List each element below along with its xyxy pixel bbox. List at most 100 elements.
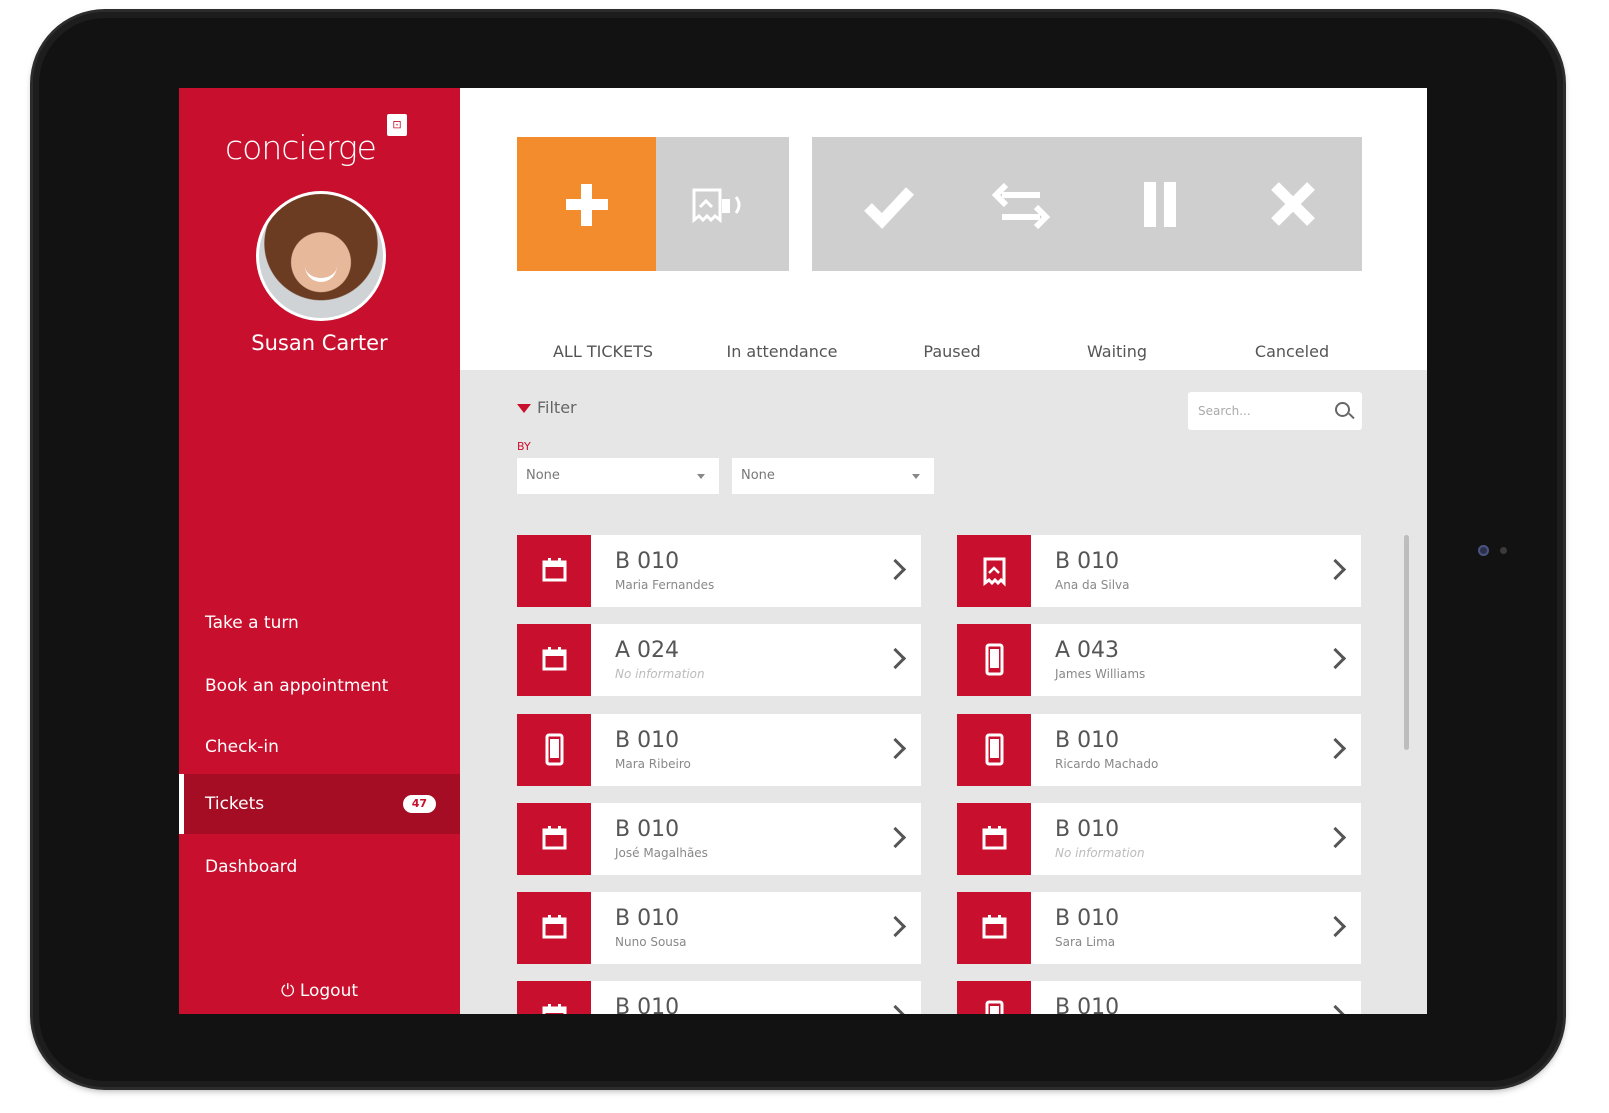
brand-logo: concierge	[225, 128, 377, 167]
chevron-right-icon[interactable]	[884, 826, 907, 849]
ticket-code: A 024	[615, 638, 680, 663]
ticket-card[interactable]: B 010 Ana da Silva	[957, 535, 1361, 607]
chevron-right-icon[interactable]	[1324, 915, 1347, 938]
ticket-card[interactable]: B 010 Nuno Sousa	[517, 892, 921, 964]
filter-label: Filter	[537, 398, 577, 417]
ticket-client-name: No information	[1055, 846, 1145, 860]
ticket-client-name: Ricardo Machado	[1055, 757, 1159, 771]
filter-select-1[interactable]: None	[517, 458, 719, 494]
chevron-down-icon	[697, 474, 705, 479]
mobile-icon	[957, 624, 1031, 696]
sidebar-item-take-a-turn[interactable]: Take a turn	[179, 593, 460, 653]
ticket-client-name: Sara Lima	[1055, 935, 1116, 949]
ticket-actions	[812, 137, 1362, 271]
ticket-card[interactable]: B 010	[517, 981, 921, 1014]
primary-actions	[517, 137, 789, 271]
sidebar-item-dashboard[interactable]: Dashboard	[179, 837, 460, 897]
calendar-icon	[517, 803, 591, 875]
transfer-button[interactable]	[954, 137, 1091, 271]
camera-icon	[1478, 545, 1489, 556]
ticket-tabs: ALL TICKETS In attendance Paused Waiting…	[517, 328, 1362, 373]
search-placeholder: Search...	[1198, 404, 1251, 418]
ticket-client-name: José Magalhães	[615, 846, 708, 860]
ticket-card[interactable]: B 010 Maria Fernandes	[517, 535, 921, 607]
mobile-icon	[957, 714, 1031, 786]
chevron-right-icon[interactable]	[1324, 647, 1347, 670]
ticket-card[interactable]: B 010	[957, 981, 1361, 1014]
tab-in-attendance[interactable]: In attendance	[697, 328, 867, 370]
add-ticket-button[interactable]	[517, 137, 656, 271]
calendar-icon	[957, 892, 1031, 964]
tab-all-tickets[interactable]: ALL TICKETS	[517, 328, 689, 373]
pause-button[interactable]	[1090, 137, 1227, 271]
ticket-client-name: Nuno Sousa	[615, 935, 687, 949]
filter-select-2[interactable]: None	[732, 458, 934, 494]
chevron-right-icon[interactable]	[884, 558, 907, 581]
ticket-card[interactable]: B 010 Sara Lima	[957, 892, 1361, 964]
brand-mark-icon: ⊡	[387, 114, 407, 136]
main-panel: ALL TICKETS In attendance Paused Waiting…	[460, 88, 1427, 1014]
filter-by-label: BY	[517, 440, 531, 453]
select-value: None	[526, 468, 560, 483]
chevron-right-icon[interactable]	[884, 915, 907, 938]
ticket-code: B 010	[615, 549, 680, 574]
calendar-icon	[517, 624, 591, 696]
chevron-right-icon[interactable]	[1324, 1004, 1347, 1014]
chevron-right-icon[interactable]	[1324, 558, 1347, 581]
chevron-right-icon[interactable]	[884, 1004, 907, 1014]
ticket-card[interactable]: A 043 James Williams	[957, 624, 1361, 696]
chevron-right-icon[interactable]	[884, 737, 907, 760]
calendar-icon	[517, 892, 591, 964]
sidebar-item-tickets[interactable]: Tickets 47	[179, 774, 460, 834]
avatar	[256, 191, 386, 321]
chevron-down-icon	[912, 474, 920, 479]
ticket-card[interactable]: B 010 Ricardo Machado	[957, 714, 1361, 786]
calendar-icon	[517, 981, 591, 1014]
ticket-card[interactable]: B 010 No information	[957, 803, 1361, 875]
tickets-content: Filter BY None None Search... B 010 Maria…	[460, 370, 1427, 1014]
tickets-count-badge: 47	[402, 795, 436, 813]
call-ticket-button[interactable]	[656, 137, 789, 271]
chevron-right-icon[interactable]	[884, 647, 907, 670]
ticket-code: A 043	[1055, 638, 1120, 663]
logout-button[interactable]: ⏻ Logout	[179, 981, 460, 1001]
ticket-client-name: No information	[615, 667, 705, 681]
ticket-card[interactable]: B 010 Mara Ribeiro	[517, 714, 921, 786]
pause-icon	[1144, 182, 1176, 227]
tab-waiting[interactable]: Waiting	[1052, 328, 1182, 370]
cancel-button[interactable]	[1225, 137, 1362, 271]
ticket-card[interactable]: A 024 No information	[517, 624, 921, 696]
mobile-icon	[517, 714, 591, 786]
check-icon	[864, 187, 915, 229]
ticket-sound-icon	[692, 188, 741, 224]
mobile-icon	[957, 981, 1031, 1014]
filter-toggle[interactable]: Filter	[517, 398, 577, 417]
ticket-code: B 010	[1055, 549, 1120, 574]
sidebar-item-book-appointment[interactable]: Book an appointment	[179, 656, 460, 716]
sidebar-item-label: Tickets	[205, 794, 265, 814]
ticket-code: B 010	[615, 817, 680, 842]
tab-canceled[interactable]: Canceled	[1222, 328, 1362, 370]
sensor-icon	[1500, 547, 1507, 554]
plus-icon	[566, 184, 608, 226]
scrollbar[interactable]	[1404, 535, 1409, 750]
ticket-client-name: Maria Fernandes	[615, 578, 715, 592]
calendar-icon	[517, 535, 591, 607]
ticket-icon	[957, 535, 1031, 607]
sidebar-item-check-in[interactable]: Check-in	[179, 717, 460, 777]
complete-button[interactable]	[820, 137, 957, 271]
ticket-code: B 010	[615, 906, 680, 931]
ticket-card[interactable]: B 010 José Magalhães	[517, 803, 921, 875]
ticket-client-name: James Williams	[1055, 667, 1146, 681]
chevron-right-icon[interactable]	[1324, 826, 1347, 849]
search-input[interactable]: Search...	[1188, 392, 1362, 430]
ticket-code: B 010	[615, 728, 680, 753]
transfer-icon	[991, 182, 1051, 230]
ticket-code: B 010	[1055, 817, 1120, 842]
tab-paused[interactable]: Paused	[887, 328, 1017, 370]
select-value: None	[741, 468, 775, 483]
ticket-code: B 010	[615, 995, 680, 1014]
chevron-right-icon[interactable]	[1324, 737, 1347, 760]
search-icon	[1335, 402, 1350, 417]
ticket-client-name: Mara Ribeiro	[615, 757, 691, 771]
